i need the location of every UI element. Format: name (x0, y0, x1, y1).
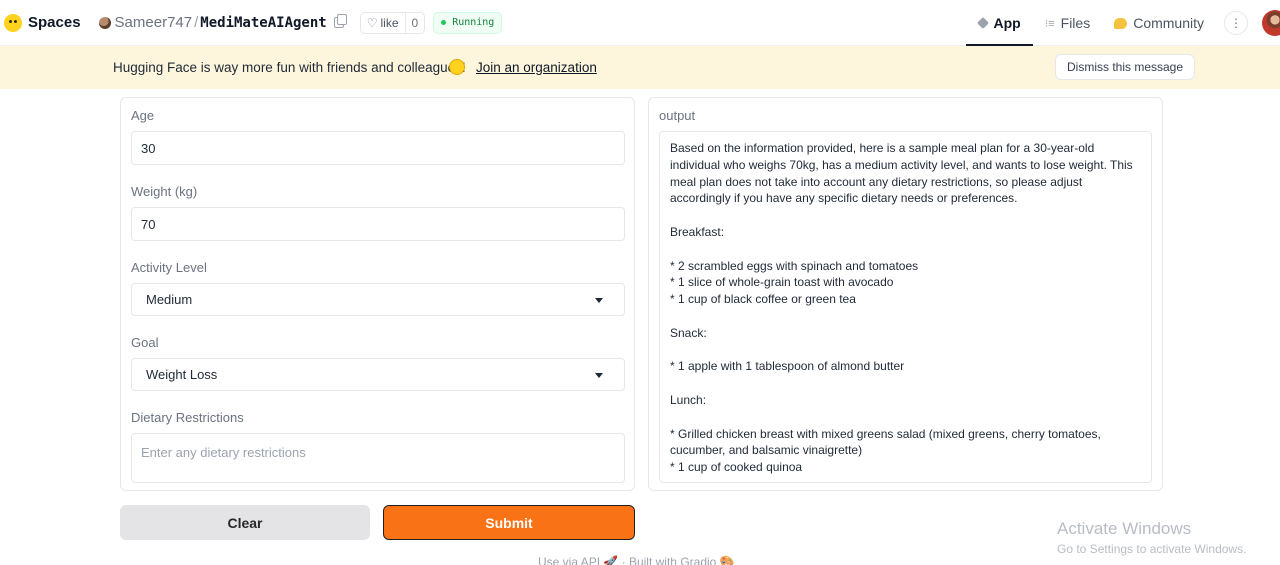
hugging-face-logo-icon (4, 13, 22, 32)
heart-icon: ♡ (366, 15, 378, 30)
age-label: Age (131, 108, 155, 123)
output-text: Based on the information provided, here … (670, 141, 1133, 475)
submit-button[interactable]: Submit (383, 505, 635, 540)
user-avatar[interactable] (1262, 10, 1280, 36)
status-text: Running (452, 17, 495, 28)
chevron-down-icon (595, 372, 603, 378)
weight-input[interactable]: 70 (131, 207, 625, 241)
status-badge: Running (433, 11, 503, 34)
dietary-restrictions-label: Dietary Restrictions (131, 410, 244, 425)
weight-label: Weight (kg) (131, 184, 198, 199)
spaces-label: Spaces (28, 14, 81, 31)
owner-link[interactable]: Sameer747 (115, 14, 193, 31)
status-dot-icon (441, 20, 447, 25)
top-nav: Spaces Sameer747 / MediMateAIAgent ♡ lik… (0, 0, 1280, 46)
activity-level-dropdown[interactable]: Medium (131, 283, 625, 316)
like-count[interactable]: 0 (404, 12, 425, 33)
inputs-panel: Age 30 Weight (kg) 70 Activity Level Med… (120, 97, 635, 491)
community-chat-icon (1114, 17, 1128, 29)
activate-windows-subtitle: Go to Settings to activate Windows. (1057, 542, 1247, 556)
files-icon: ⁝≡ (1044, 17, 1055, 30)
tab-community[interactable]: Community (1102, 0, 1216, 46)
hugging-emoji-icon (449, 59, 465, 75)
tab-app-label: App (993, 15, 1021, 31)
tab-files-label: Files (1060, 15, 1091, 31)
dietary-restrictions-textarea[interactable]: Enter any dietary restrictions (131, 433, 625, 483)
join-organization-link[interactable]: Join an organization (476, 60, 597, 75)
repo-name-link[interactable]: MediMateAIAgent (200, 15, 326, 31)
tab-files[interactable]: ⁝≡ Files (1033, 0, 1102, 46)
footer-links[interactable]: Use via API 🚀 · Built with Gradio 🎨 (538, 555, 735, 565)
like-button[interactable]: ♡ like 0 (359, 11, 426, 34)
tab-app[interactable]: App (965, 0, 1033, 46)
space-tabs: App ⁝≡ Files Community ⋮ (965, 0, 1280, 46)
org-banner: Hugging Face is way more fun with friend… (0, 46, 1280, 89)
output-label: output (659, 108, 696, 123)
app-cube-icon (976, 16, 989, 30)
tab-community-label: Community (1133, 15, 1204, 31)
output-panel: output Based on the information provided… (648, 97, 1163, 491)
dismiss-message-button[interactable]: Dismiss this message (1055, 54, 1196, 80)
goal-value: Weight Loss (146, 367, 218, 382)
banner-message: Hugging Face is way more fun with friend… (113, 60, 466, 75)
breadcrumb-separator: / (194, 14, 199, 31)
age-input[interactable]: 30 (131, 131, 625, 165)
goal-label: Goal (131, 335, 159, 350)
repo-breadcrumb: Sameer747 / MediMateAIAgent (98, 14, 347, 31)
clear-button[interactable]: Clear (120, 505, 370, 540)
chevron-down-icon (595, 297, 603, 303)
copy-icon[interactable] (333, 14, 347, 28)
activity-level-value: Medium (146, 292, 193, 307)
like-label: like (380, 15, 399, 30)
spaces-home-link[interactable]: Spaces (4, 13, 81, 32)
activity-level-label: Activity Level (131, 260, 207, 275)
activate-windows-title: Activate Windows (1057, 519, 1192, 538)
output-textbox[interactable]: Based on the information provided, here … (659, 131, 1152, 483)
owner-avatar (98, 16, 111, 29)
goal-dropdown[interactable]: Weight Loss (131, 358, 625, 391)
more-options-icon[interactable]: ⋮ (1224, 11, 1248, 35)
